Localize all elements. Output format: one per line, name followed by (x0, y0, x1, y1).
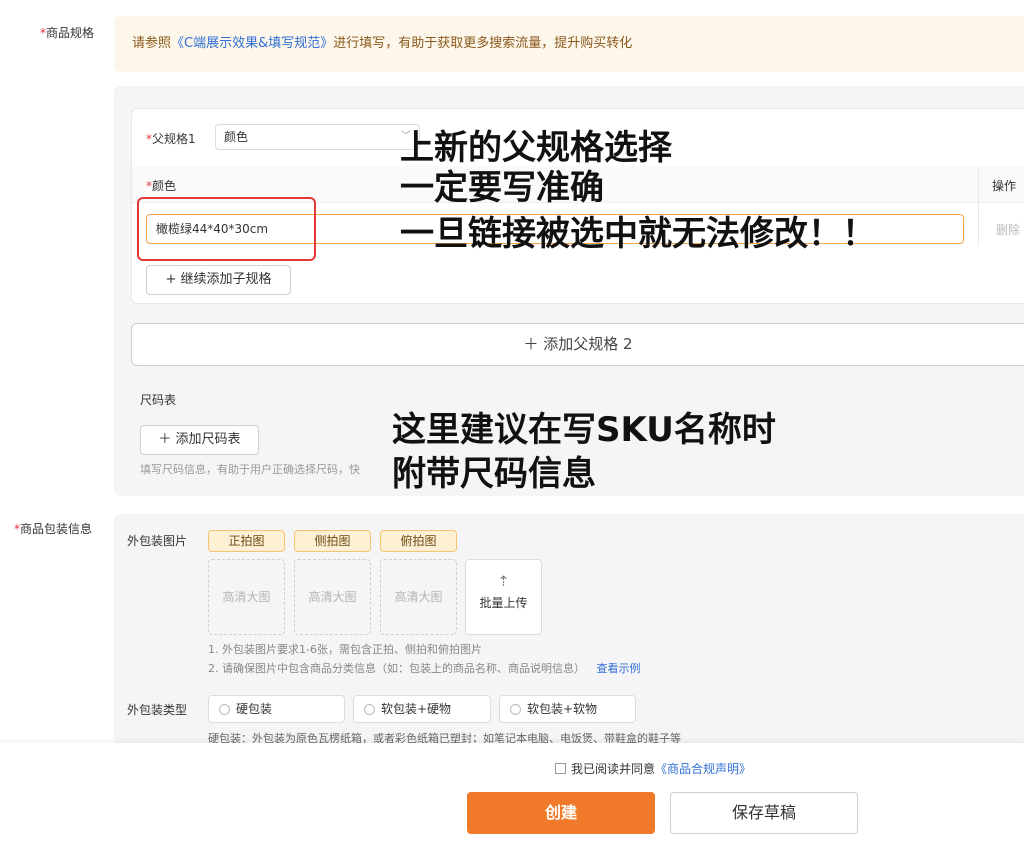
save-draft-button[interactable]: 保存草稿 (670, 792, 858, 834)
parent-spec-label: *父规格1 (146, 132, 196, 146)
package-section-label: *商品包装信息 (14, 522, 93, 536)
spec-section-label: *商品规格 (40, 26, 95, 40)
annotation-line-3: 一旦链接被选中就无法修改！！ (400, 214, 876, 254)
tag-top: 俯拍图 (380, 530, 457, 552)
guideline-link[interactable]: 《C端展示效果&填写规范》 (171, 36, 333, 51)
agree-checkbox[interactable] (555, 763, 566, 774)
annotation-line-2: 一定要写准确 (400, 168, 604, 208)
radio-icon (364, 704, 375, 715)
annotation-line-1: 上新的父规格选择 (400, 128, 672, 168)
add-size-chart-button[interactable]: ＋ 添加尺码表 (140, 425, 259, 455)
tag-front: 正拍图 (208, 530, 285, 552)
package-note-1: 1. 外包装图片要求1-6张，需包含正拍、侧拍和俯拍图片 (208, 643, 482, 656)
upload-side-image[interactable]: 高清大图 (294, 559, 371, 635)
delete-link[interactable]: 删除 (996, 221, 1020, 238)
size-chart-hint: 填写尺码信息，有助于用户正确选择尺码，快 (140, 463, 360, 476)
batch-upload-button[interactable]: ⇡ 批量上传 (465, 559, 542, 635)
package-type-soft-hard[interactable]: 软包装+硬物 (353, 695, 491, 723)
package-images-label: 外包装图片 (127, 534, 188, 548)
highlight-box (137, 197, 316, 261)
upload-icon: ⇡ (497, 574, 510, 590)
compliance-link[interactable]: 《商品合规声明》 (655, 762, 751, 776)
package-type-soft-soft[interactable]: 软包装+软物 (499, 695, 636, 723)
radio-icon (510, 704, 521, 715)
parent-spec-select[interactable]: 颜色 ﹀ (215, 124, 420, 150)
add-parent-spec-button[interactable]: ＋ 添加父规格 2 (131, 323, 1024, 366)
create-button[interactable]: 创建 (467, 792, 655, 834)
column-header-color: *颜色 (146, 179, 177, 193)
column-header-action: 操作 (992, 179, 1017, 193)
radio-icon (219, 704, 230, 715)
package-type-hard[interactable]: 硬包装 (208, 695, 345, 723)
upload-front-image[interactable]: 高清大图 (208, 559, 285, 635)
size-chart-label: 尺码表 (140, 393, 177, 407)
tip-banner: 请参照《C端展示效果&填写规范》进行填写，有助于获取更多搜索流量，提升购买转化 (114, 16, 1024, 72)
view-example-link[interactable]: 查看示例 (597, 662, 641, 675)
agreement: 我已阅读并同意《商品合规声明》 (555, 760, 751, 777)
upload-top-image[interactable]: 高清大图 (380, 559, 457, 635)
annotation-line-4: 这里建议在写SKU名称时 (392, 410, 776, 450)
package-note-2: 2. 请确保图片中包含商品分类信息（如：包装上的商品名称、商品说明信息） 查看示… (208, 662, 641, 675)
column-divider (978, 166, 979, 246)
annotation-line-5: 附带尺码信息 (392, 454, 596, 494)
package-type-label: 外包装类型 (127, 703, 188, 717)
tag-side: 侧拍图 (294, 530, 371, 552)
add-child-spec-button[interactable]: + 继续添加子规格 (146, 265, 291, 295)
